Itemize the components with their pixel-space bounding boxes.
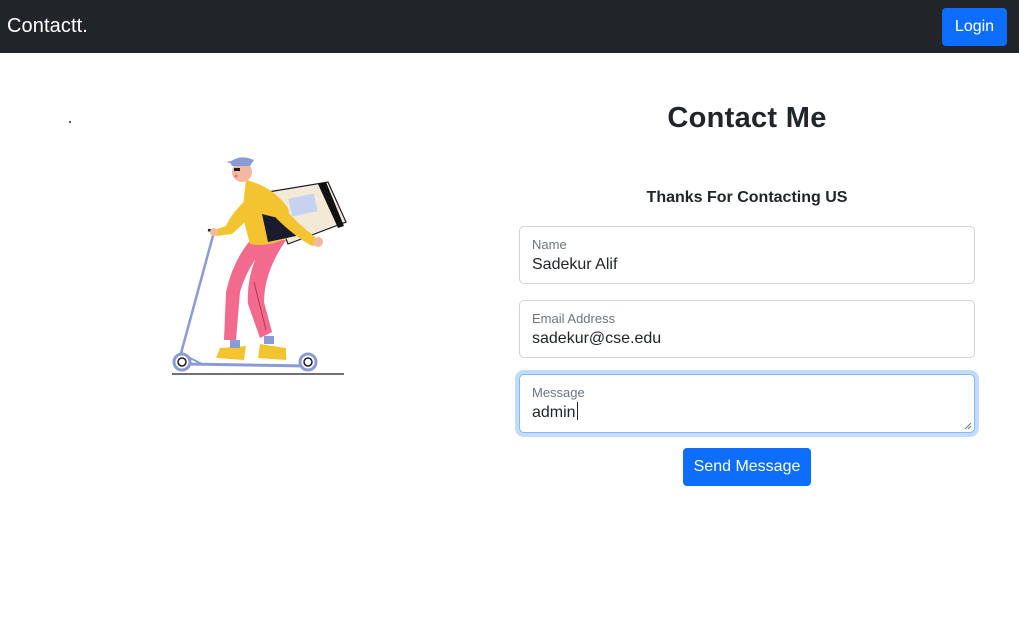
stray-dot <box>69 121 71 123</box>
name-field-label: Name <box>532 237 567 252</box>
thanks-message: Thanks For Contacting US <box>646 189 848 206</box>
brand-logo[interactable]: Contactt. <box>7 15 88 38</box>
email-field-label: Email Address <box>532 311 616 326</box>
scooter-illustration <box>172 157 347 375</box>
text-caret <box>576 402 578 420</box>
send-message-button[interactable]: Send Message <box>683 448 811 486</box>
resize-grip-icon[interactable] <box>964 422 972 430</box>
navbar: Contactt. Login <box>0 0 1019 53</box>
message-field-value-wrap[interactable]: admin <box>532 402 962 424</box>
message-field[interactable]: Message admin <box>519 374 975 433</box>
name-field-value[interactable]: Sadekur Alif <box>532 254 962 276</box>
email-field-value[interactable]: sadekur@cse.edu <box>532 328 962 350</box>
login-button[interactable]: Login <box>942 7 1007 46</box>
contact-title: Contact Me <box>667 102 827 134</box>
name-field[interactable]: Name Sadekur Alif <box>519 226 975 284</box>
email-field[interactable]: Email Address sadekur@cse.edu <box>519 300 975 358</box>
message-field-value[interactable]: admin <box>532 404 576 421</box>
message-field-label: Message <box>532 385 585 400</box>
